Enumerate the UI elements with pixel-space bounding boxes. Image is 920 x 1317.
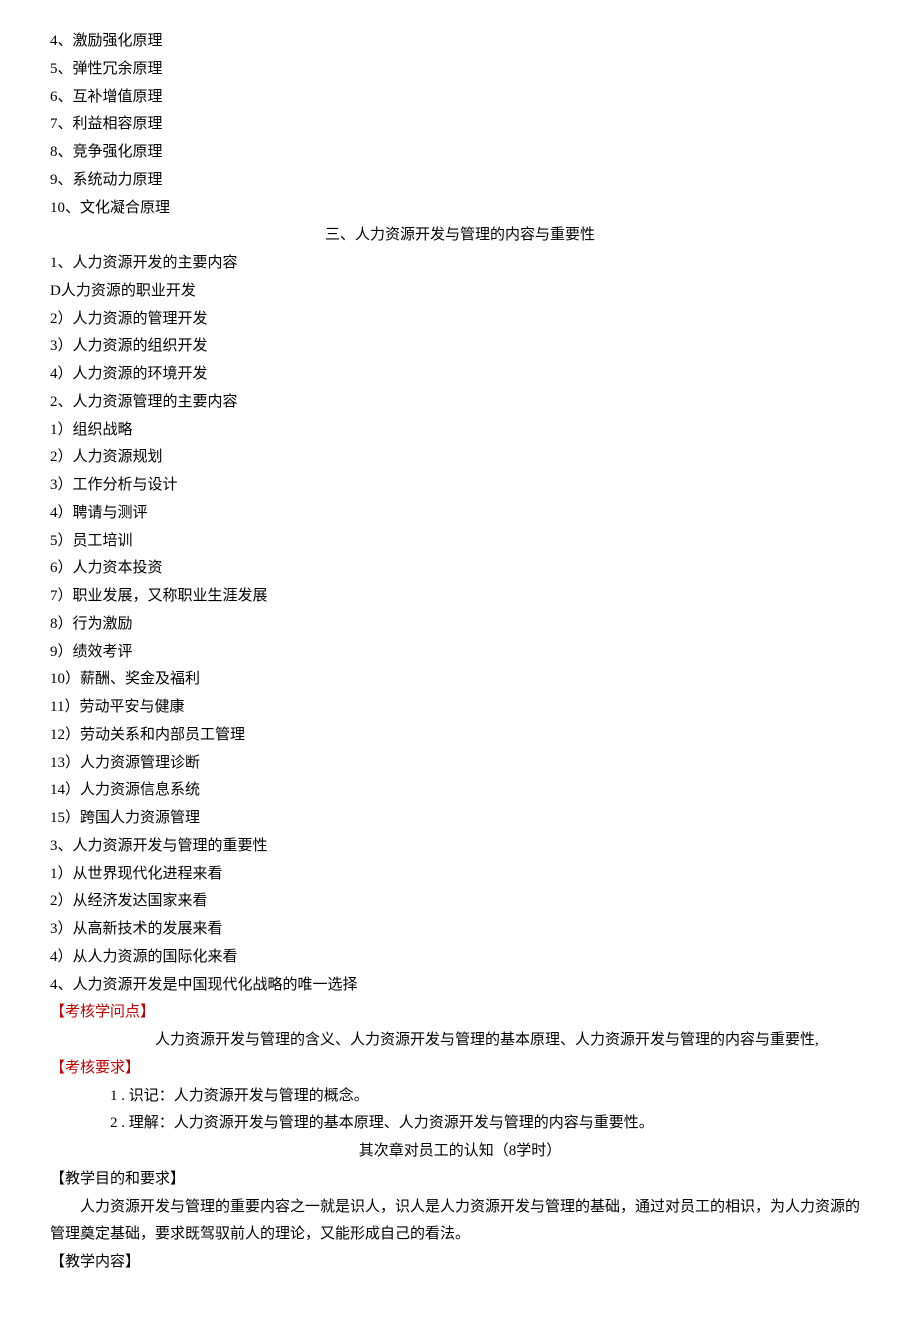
list-item: 5）员工培训 [50,528,870,556]
list-item: D人力资源的职业开发 [50,278,870,306]
assessment-points-label: 【考核学问点】 [50,999,870,1027]
list-item: 2）人力资源规划 [50,444,870,472]
teaching-goal-text: 人力资源开发与管理的重要内容之一就是识人，识人是人力资源开发与管理的基础，通过对… [50,1194,870,1250]
assessment-requirements-label: 【考核要求】 [50,1055,870,1083]
list-item: 4）从人力资源的国际化来看 [50,944,870,972]
list-item: 8）行为激励 [50,611,870,639]
list-item: 13）人力资源管理诊断 [50,750,870,778]
list-item: 12）劳动关系和内部员工管理 [50,722,870,750]
section-heading: 三、人力资源开发与管理的内容与重要性 [50,222,870,250]
list-item: 2 . 理解：人力资源开发与管理的基本原理、人力资源开发与管理的内容与重要性。 [50,1110,870,1138]
list-item: 3）人力资源的组织开发 [50,333,870,361]
list-item: 4、人力资源开发是中国现代化战略的唯一选择 [50,972,870,1000]
list-item: 6）人力资本投资 [50,555,870,583]
assessment-points-text: 人力资源开发与管理的含义、人力资源开发与管理的基本原理、人力资源开发与管理的内容… [50,1027,870,1055]
list-item: 2）人力资源的管理开发 [50,306,870,334]
list-item: 14）人力资源信息系统 [50,777,870,805]
list-item: 8、竞争强化原理 [50,139,870,167]
teaching-content-label: 【教学内容】 [50,1249,870,1277]
list-item: 9）绩效考评 [50,639,870,667]
list-item: 1 . 识记：人力资源开发与管理的概念。 [50,1083,870,1111]
chapter-heading: 其次章对员工的认知（8学时） [50,1138,870,1166]
list-item: 5、弹性冗余原理 [50,56,870,84]
list-item: 1）从世界现代化进程来看 [50,861,870,889]
list-item: 3、人力资源开发与管理的重要性 [50,833,870,861]
list-item: 10、文化凝合原理 [50,195,870,223]
document-page: 4、激励强化原理 5、弹性冗余原理 6、互补增值原理 7、利益相容原理 8、竞争… [0,0,920,1317]
list-item: 3）工作分析与设计 [50,472,870,500]
list-item: 6、互补增值原理 [50,84,870,112]
list-item: 2）从经济发达国家来看 [50,888,870,916]
list-item: 1）组织战略 [50,417,870,445]
list-item: 4）聘请与测评 [50,500,870,528]
list-item: 11）劳动平安与健康 [50,694,870,722]
list-item: 3）从高新技术的发展来看 [50,916,870,944]
list-item: 4、激励强化原理 [50,28,870,56]
list-item: 4）人力资源的环境开发 [50,361,870,389]
list-item: 10）薪酬、奖金及福利 [50,666,870,694]
list-item: 7、利益相容原理 [50,111,870,139]
list-item: 2、人力资源管理的主要内容 [50,389,870,417]
list-item: 7）职业发展，又称职业生涯发展 [50,583,870,611]
list-item: 1、人力资源开发的主要内容 [50,250,870,278]
teaching-goal-label: 【教学目的和要求】 [50,1166,870,1194]
list-item: 15）跨国人力资源管理 [50,805,870,833]
list-item: 9、系统动力原理 [50,167,870,195]
